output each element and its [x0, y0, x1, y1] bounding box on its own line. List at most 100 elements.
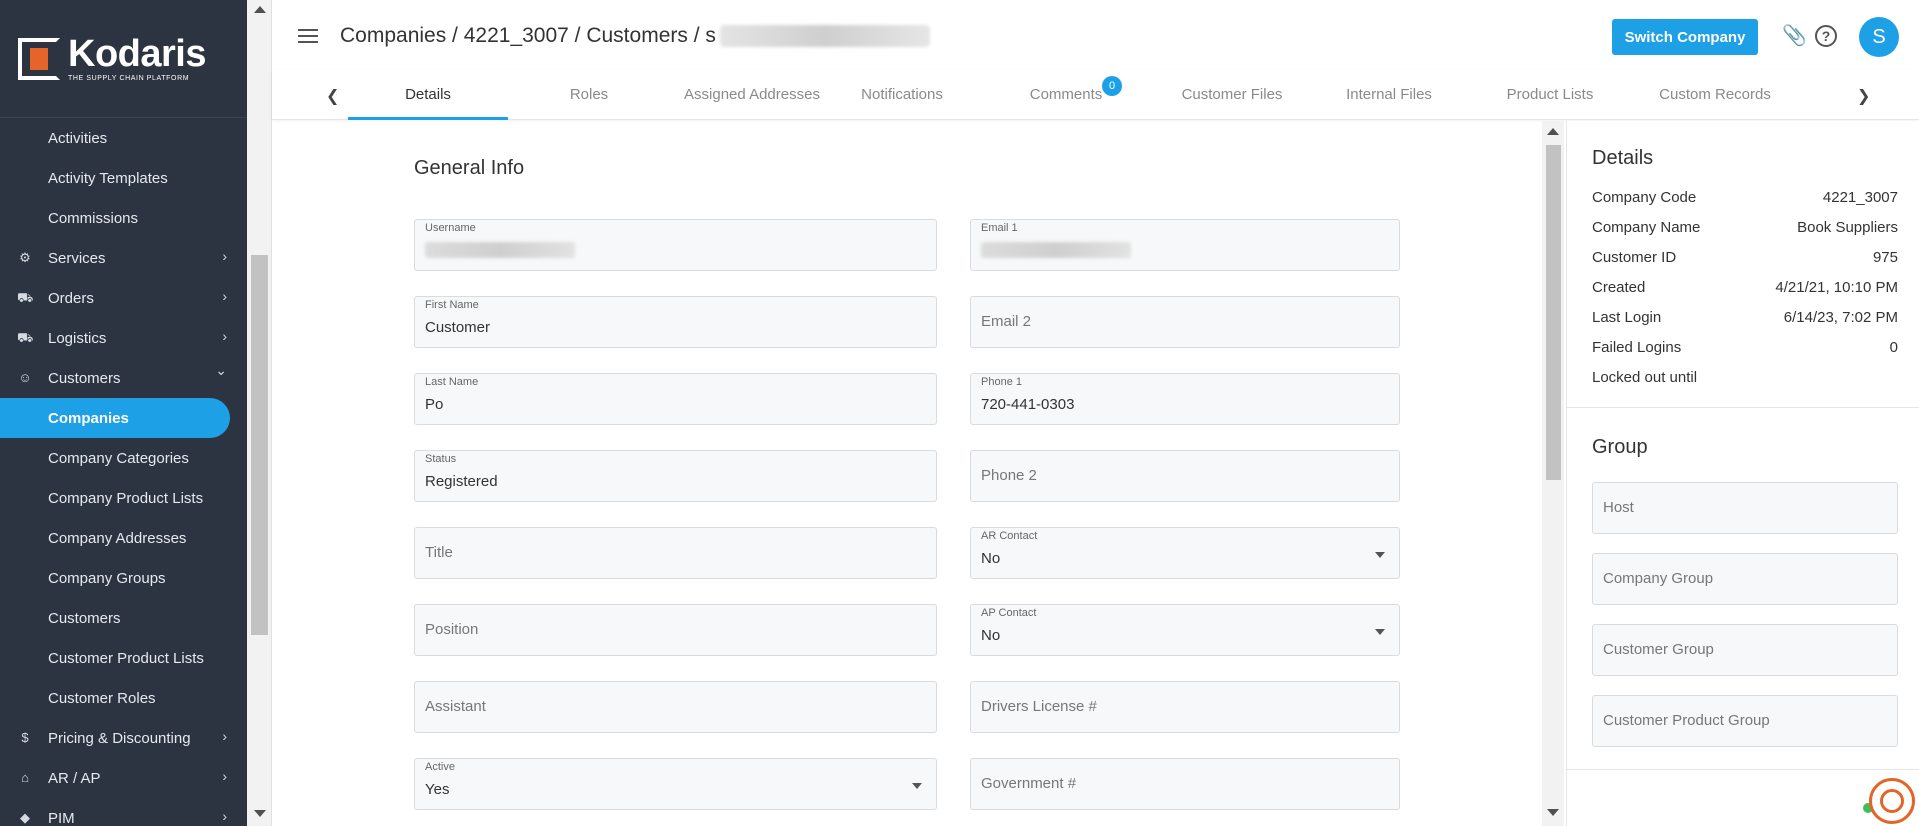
paperclip-icon[interactable]: 📎	[1782, 25, 1807, 47]
scroll-up-arrow-icon[interactable]	[254, 6, 266, 13]
phone-1-field[interactable]: Phone 1 720-441-0303	[970, 373, 1400, 425]
tab-customer-files[interactable]: Customer Files	[1152, 70, 1312, 120]
ar-contact-select[interactable]: AR Contact No	[970, 527, 1400, 579]
field-placeholder: Position	[425, 621, 479, 638]
detail-row-last-login: Last Login 6/14/23, 7:02 PM	[1592, 309, 1898, 329]
sidebar-item-label: Orders	[48, 289, 94, 307]
field-placeholder: Company Group	[1603, 570, 1714, 587]
tab-custom-records[interactable]: Custom Records	[1635, 70, 1795, 120]
sidebar-item-customer-product-lists[interactable]: Customer Product Lists	[0, 638, 247, 678]
sidebar-item-company-addresses[interactable]: Company Addresses	[0, 518, 247, 558]
sidebar-item-label: Pricing & Discounting	[48, 729, 191, 747]
detail-value: 4221_3007	[1822, 189, 1898, 206]
sidebar-nav: Activities Activity Templates Commissions ⚙…	[0, 118, 247, 826]
government-field[interactable]: Government #	[970, 758, 1400, 810]
tabs-prev-chevron-icon[interactable]: ❮	[326, 86, 339, 106]
sidebar-item-label: Logistics	[48, 329, 107, 347]
tab-notifications[interactable]: Notifications	[827, 70, 977, 120]
sidebar-item-company-groups[interactable]: Company Groups	[0, 558, 247, 598]
tab-details[interactable]: Details	[348, 70, 508, 120]
chevron-right-icon: ›	[222, 248, 227, 264]
first-name-field[interactable]: First Name Customer	[414, 296, 937, 348]
details-panel: Details Company Code 4221_3007 Company Nam…	[1566, 121, 1919, 826]
drivers-license-field[interactable]: Drivers License #	[970, 681, 1400, 733]
email-1-field[interactable]: Email 1	[970, 219, 1400, 271]
sidebar-item-companies[interactable]: Companies	[0, 398, 230, 438]
last-name-field[interactable]: Last Name Po	[414, 373, 937, 425]
sidebar-item-logistics[interactable]: ⛟ Logistics ›	[0, 318, 247, 358]
customer-group-field[interactable]: Customer Group	[1592, 624, 1898, 676]
sidebar-item-customer-roles[interactable]: Customer Roles	[0, 678, 247, 718]
sidebar-item-label: Company Addresses	[48, 529, 187, 547]
detail-key: Customer ID	[1592, 249, 1677, 266]
company-group-field[interactable]: Company Group	[1592, 553, 1898, 605]
detail-value: 975	[1872, 249, 1898, 266]
sidebar-item-services[interactable]: ⚙ Services ›	[0, 238, 247, 278]
field-placeholder: Customer Group	[1603, 641, 1714, 658]
sidebar-item-label: Customer Roles	[48, 689, 156, 707]
sidebar-item-customers[interactable]: ☺ Customers ⌄	[0, 358, 247, 398]
position-field[interactable]: Position	[414, 604, 937, 656]
sidebar-scroll-thumb[interactable]	[251, 255, 268, 635]
group-title: Group	[1592, 436, 1648, 458]
detail-key: Company Name	[1592, 219, 1701, 236]
field-placeholder: Assistant	[425, 698, 486, 715]
sidebar-scrollbar[interactable]	[247, 0, 272, 826]
tabs-next-chevron-icon[interactable]: ❯	[1857, 86, 1870, 106]
sidebar-item-ar-ap[interactable]: ⌂ AR / AP ›	[0, 758, 247, 798]
scroll-down-arrow-icon[interactable]	[1547, 809, 1559, 816]
field-placeholder: Phone 2	[981, 467, 1037, 484]
field-placeholder: Drivers License #	[981, 698, 1097, 715]
sidebar: Kodaris THE SUPPLY CHAIN PLATFORM Activi…	[0, 0, 247, 826]
sidebar-item-pricing-discounting[interactable]: $ Pricing & Discounting ›	[0, 718, 247, 758]
active-select[interactable]: Active Yes	[414, 758, 937, 810]
chevron-down-icon: ⌄	[215, 362, 227, 378]
username-field[interactable]: Username	[414, 219, 937, 271]
email-2-field[interactable]: Email 2	[970, 296, 1400, 348]
tab-roles[interactable]: Roles	[509, 70, 669, 120]
status-field[interactable]: Status Registered	[414, 450, 937, 502]
sidebar-item-customers[interactable]: Customers	[0, 598, 247, 638]
sidebar-item-commissions[interactable]: Commissions	[0, 198, 247, 238]
ap-contact-select[interactable]: AP Contact No	[970, 604, 1400, 656]
sidebar-item-company-categories[interactable]: Company Categories	[0, 438, 247, 478]
brand-name: Kodaris	[68, 33, 206, 75]
customer-product-group-field[interactable]: Customer Product Group	[1592, 695, 1898, 747]
sidebar-item-label: Company Categories	[48, 449, 189, 467]
sidebar-item-activities[interactable]: Activities	[0, 118, 247, 158]
sidebar-item-orders[interactable]: ⛟ Orders ›	[0, 278, 247, 318]
breadcrumb-text[interactable]: Companies / 4221_3007 / Customers / s	[340, 24, 716, 48]
form-scrollbar[interactable]	[1542, 121, 1564, 826]
avatar[interactable]: S	[1859, 17, 1899, 57]
tab-comments[interactable]: Comments 0	[988, 70, 1144, 120]
sidebar-item-pim[interactable]: ◆ PIM ›	[0, 798, 247, 826]
tag-icon: ◆	[20, 810, 30, 825]
tab-internal-files[interactable]: Internal Files	[1314, 70, 1464, 120]
field-label: Last Name	[425, 376, 479, 388]
field-label: Username	[425, 222, 476, 234]
comments-count-badge: 0	[1102, 76, 1122, 96]
help-icon[interactable]: ?	[1815, 25, 1837, 47]
switch-company-button[interactable]: Switch Company	[1612, 19, 1758, 55]
field-value: Po	[425, 396, 444, 413]
chat-support-icon[interactable]	[1869, 778, 1915, 824]
sidebar-item-activity-templates[interactable]: Activity Templates	[0, 158, 247, 198]
host-field[interactable]: Host	[1592, 482, 1898, 534]
tab-product-lists[interactable]: Product Lists	[1475, 70, 1625, 120]
tab-assigned-addresses[interactable]: Assigned Addresses	[667, 70, 837, 120]
sidebar-item-company-product-lists[interactable]: Company Product Lists	[0, 478, 247, 518]
detail-value: 6/14/23, 7:02 PM	[1783, 309, 1898, 326]
tab-label: Custom Records	[1659, 86, 1771, 103]
title-field[interactable]: Title	[414, 527, 937, 579]
assistant-field[interactable]: Assistant	[414, 681, 937, 733]
brand-logo[interactable]: Kodaris THE SUPPLY CHAIN PLATFORM	[0, 0, 247, 118]
form-scroll-thumb[interactable]	[1546, 145, 1561, 480]
sidebar-item-label: Services	[48, 249, 106, 267]
phone-2-field[interactable]: Phone 2	[970, 450, 1400, 502]
scroll-up-arrow-icon[interactable]	[1547, 128, 1559, 135]
detail-row-company-code: Company Code 4221_3007	[1592, 189, 1898, 209]
scroll-down-arrow-icon[interactable]	[254, 810, 266, 817]
chevron-right-icon: ›	[222, 288, 227, 304]
sidebar-item-label: Customer Product Lists	[48, 649, 204, 667]
menu-icon[interactable]	[298, 29, 318, 43]
